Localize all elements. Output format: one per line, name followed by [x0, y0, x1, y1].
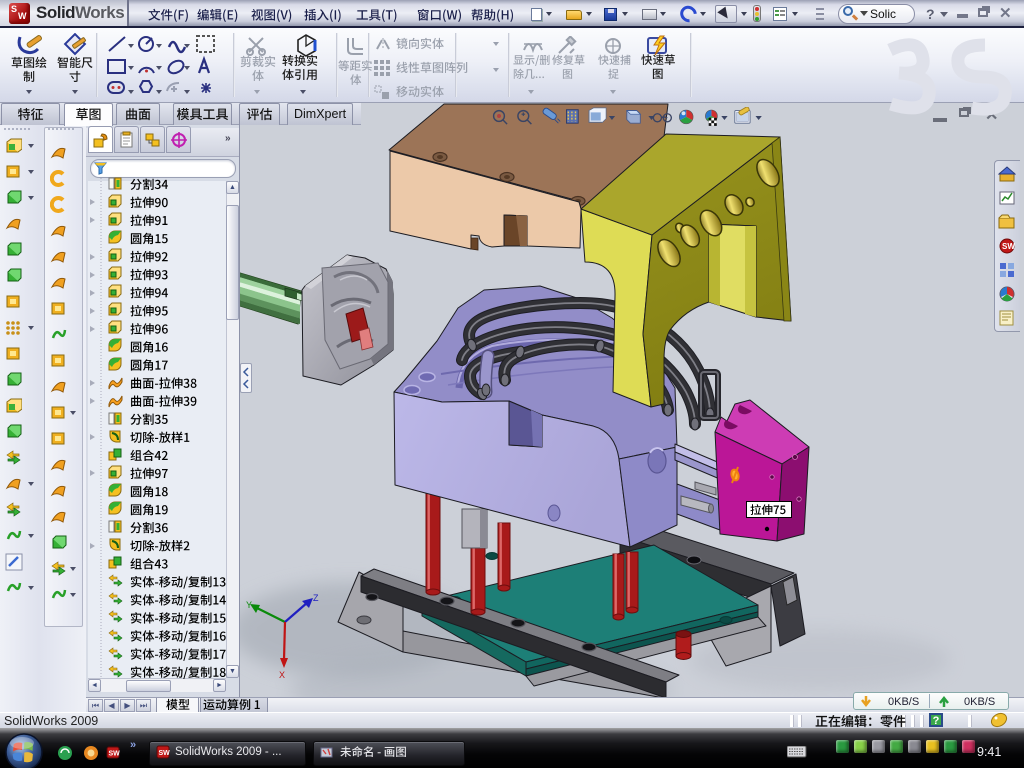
svg-text:Z: Z [313, 593, 319, 603]
svg-text:Y: Y [246, 600, 252, 610]
svg-text:SW: SW [159, 750, 171, 757]
svg-text:X: X [279, 670, 285, 680]
svg-text:SW: SW [109, 751, 121, 758]
svg-text:SW: SW [1002, 242, 1015, 251]
